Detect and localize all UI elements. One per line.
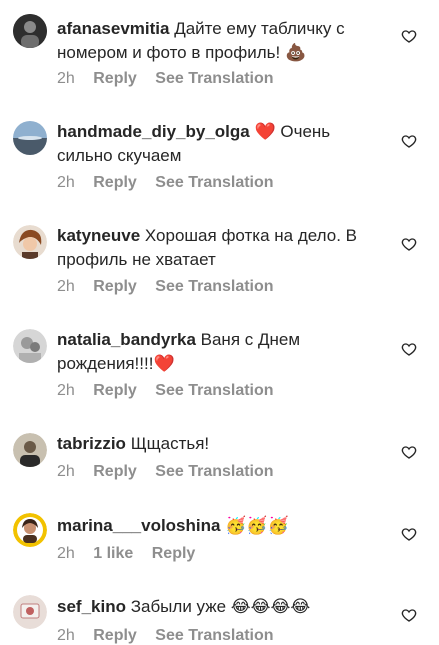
comment-time: 2h	[57, 463, 75, 480]
like-heart-icon[interactable]	[401, 526, 417, 542]
avatar[interactable]	[13, 433, 47, 467]
comment-meta: 2h Reply See Translation	[57, 174, 288, 192]
comment-text: sef_kino Забыли уже 😂😂😂😂	[57, 595, 387, 619]
reply-button[interactable]: Reply	[152, 545, 196, 562]
comment-username[interactable]: sef_kino	[57, 597, 126, 616]
see-translation-button[interactable]: See Translation	[155, 627, 273, 644]
comment-text: afanasevmitia Дайте ему табличку с номер…	[57, 17, 387, 65]
comment-time: 2h	[57, 382, 75, 399]
like-heart-icon[interactable]	[401, 28, 417, 44]
comment-username[interactable]: afanasevmitia	[57, 19, 169, 38]
comment-meta: 2h Reply See Translation	[57, 382, 288, 400]
reply-button[interactable]: Reply	[93, 70, 137, 87]
comment-text: natalia_bandyrka Ваня с Днем рождения!!!…	[57, 328, 387, 376]
avatar[interactable]	[13, 329, 47, 363]
comment-text: tabrizzio Щщастья!	[57, 432, 387, 456]
see-translation-button[interactable]: See Translation	[155, 174, 273, 191]
avatar[interactable]	[13, 595, 47, 629]
like-heart-icon[interactable]	[401, 236, 417, 252]
comment-meta: 2h Reply See Translation	[57, 627, 288, 645]
comment-time: 2h	[57, 627, 75, 644]
laughing-tears-emoji-icon: 😂😂😂😂	[230, 597, 311, 617]
reply-button[interactable]: Reply	[93, 627, 137, 644]
avatar[interactable]	[13, 121, 47, 155]
comment-text: handmade_diy_by_olga ❤️ Очень сильно ску…	[57, 120, 387, 168]
comment-text: marina___voloshina 🥳🥳🥳	[57, 514, 387, 538]
reply-button[interactable]: Reply	[93, 463, 137, 480]
comment-text: katyneuve Хорошая фотка на дело. В профи…	[57, 224, 387, 272]
see-translation-button[interactable]: See Translation	[155, 70, 273, 87]
comment-username[interactable]: marina___voloshina	[57, 516, 220, 535]
reply-button[interactable]: Reply	[93, 382, 137, 399]
comment-time: 2h	[57, 278, 75, 295]
avatar[interactable]	[13, 513, 47, 547]
comment-meta: 2h Reply See Translation	[57, 463, 288, 481]
comment-username[interactable]: natalia_bandyrka	[57, 330, 196, 349]
see-translation-button[interactable]: See Translation	[155, 463, 273, 480]
comment-body: Щщастья!	[130, 434, 210, 453]
like-heart-icon[interactable]	[401, 341, 417, 357]
avatar[interactable]	[13, 225, 47, 259]
reply-button[interactable]: Reply	[93, 174, 137, 191]
comment-username[interactable]: tabrizzio	[57, 434, 126, 453]
comment-time: 2h	[57, 545, 75, 562]
party-face-emoji-icon: 🥳🥳🥳	[225, 516, 289, 536]
comment-meta: 2h Reply See Translation	[57, 70, 288, 88]
avatar[interactable]	[13, 14, 47, 48]
comment-time: 2h	[57, 174, 75, 191]
comment-username[interactable]: handmade_diy_by_olga	[57, 122, 250, 141]
comment-meta: 2h 1 like Reply	[57, 545, 209, 563]
comment-meta: 2h Reply See Translation	[57, 278, 288, 296]
comment-body: Забыли уже	[130, 597, 227, 616]
like-heart-icon[interactable]	[401, 133, 417, 149]
like-heart-icon[interactable]	[401, 444, 417, 460]
comment-username[interactable]: katyneuve	[57, 226, 140, 245]
comment-time: 2h	[57, 70, 75, 87]
red-heart-icon: ❤️	[254, 122, 276, 141]
like-heart-icon[interactable]	[401, 607, 417, 623]
reply-button[interactable]: Reply	[93, 278, 137, 295]
see-translation-button[interactable]: See Translation	[155, 382, 273, 399]
see-translation-button[interactable]: See Translation	[155, 278, 273, 295]
poop-emoji-icon: 💩	[284, 43, 307, 63]
likes-count-link[interactable]: 1 like	[93, 545, 133, 562]
red-heart-icon: ❤️	[153, 354, 175, 373]
